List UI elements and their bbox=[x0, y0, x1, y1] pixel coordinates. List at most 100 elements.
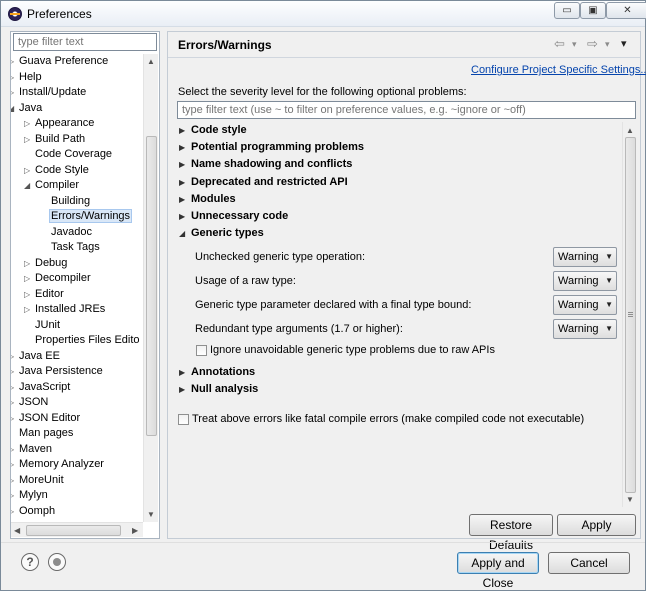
tree-item[interactable]: ▷ JavaScript bbox=[11, 380, 70, 395]
tree-item[interactable]: ▷ Appearance bbox=[24, 116, 94, 131]
tree-item[interactable]: Code Coverage bbox=[35, 147, 112, 162]
expand-triangle-icon[interactable]: ▷ bbox=[11, 367, 17, 376]
tree-item[interactable]: Errors/Warnings bbox=[49, 209, 133, 224]
back-menu-chevron-icon[interactable]: ▾ bbox=[572, 39, 577, 50]
tree-item[interactable]: ◢ Java bbox=[11, 101, 42, 116]
tree-item[interactable]: ▷ JSON Editor bbox=[11, 411, 80, 426]
expand-triangle-icon[interactable]: ▶ bbox=[179, 175, 191, 190]
expand-triangle-icon[interactable]: ▷ bbox=[11, 445, 17, 454]
expand-triangle-icon[interactable]: ▷ bbox=[11, 57, 17, 66]
tree-item[interactable]: Properties Files Edito bbox=[35, 333, 140, 348]
expand-triangle-icon[interactable]: ▷ bbox=[24, 305, 33, 314]
apply-and-close-button[interactable]: Apply and Close bbox=[457, 552, 539, 590]
expand-triangle-icon[interactable]: ▶ bbox=[179, 157, 191, 172]
maximize-button[interactable]: ▣ bbox=[580, 2, 606, 19]
apply-button[interactable]: Apply bbox=[557, 514, 636, 536]
forward-arrow-icon[interactable]: ⇨ bbox=[587, 36, 598, 52]
expand-triangle-icon[interactable]: ▷ bbox=[11, 88, 17, 97]
expand-triangle-icon[interactable]: ▷ bbox=[24, 135, 33, 144]
cancel-button[interactable]: Cancel bbox=[548, 552, 630, 574]
tree-item[interactable]: ▷ Code Style bbox=[24, 163, 89, 178]
tree-item[interactable]: ▷ MoreUnit bbox=[11, 473, 64, 488]
expand-triangle-icon[interactable]: ▷ bbox=[11, 398, 17, 407]
tree-item[interactable]: Javadoc bbox=[51, 225, 92, 240]
expand-triangle-icon[interactable]: ▶ bbox=[179, 209, 191, 224]
tree-item[interactable]: ▷ Java EE bbox=[11, 349, 60, 364]
expand-triangle-icon[interactable]: ▷ bbox=[11, 476, 17, 485]
tree-vertical-scrollbar[interactable]: ▲ ▼ bbox=[143, 54, 158, 522]
problem-filter-input[interactable] bbox=[177, 101, 636, 119]
tree-item[interactable]: ▷ Installed JREs bbox=[24, 302, 105, 317]
tree-item[interactable]: ◢ Compiler bbox=[24, 178, 79, 193]
record-macro-icon[interactable] bbox=[48, 553, 66, 571]
scroll-right-icon[interactable]: ▶ bbox=[132, 526, 138, 535]
section-annotations[interactable]: ▶ Annotations bbox=[179, 365, 255, 380]
severity-combo-final-type-bound[interactable]: Warning ▼ bbox=[553, 295, 617, 315]
tree-item[interactable]: ▷ JSON bbox=[11, 395, 48, 410]
collapse-triangle-icon[interactable]: ◢ bbox=[179, 226, 191, 241]
view-menu-icon[interactable]: ▾ bbox=[621, 37, 627, 50]
expand-triangle-icon[interactable]: ▷ bbox=[11, 460, 17, 469]
expand-triangle-icon[interactable]: ▷ bbox=[24, 119, 33, 128]
expand-triangle-icon[interactable]: ▷ bbox=[11, 507, 17, 516]
tree-item[interactable]: Man pages bbox=[19, 426, 73, 441]
severity-combo-raw-type[interactable]: Warning ▼ bbox=[553, 271, 617, 291]
back-arrow-icon[interactable]: ⇦ bbox=[554, 36, 565, 52]
collapse-triangle-icon[interactable]: ◢ bbox=[11, 104, 17, 113]
severity-combo-unchecked-generic[interactable]: Warning ▼ bbox=[553, 247, 617, 267]
close-button[interactable]: ✕ bbox=[606, 2, 646, 19]
expand-triangle-icon[interactable]: ▶ bbox=[179, 192, 191, 207]
fatal-errors-checkbox[interactable] bbox=[178, 414, 189, 425]
tree-item[interactable]: JUnit bbox=[35, 318, 60, 333]
expand-triangle-icon[interactable]: ▷ bbox=[24, 290, 33, 299]
expand-triangle-icon[interactable]: ▶ bbox=[179, 365, 191, 380]
tree-item[interactable]: ▷ Mylyn bbox=[11, 488, 48, 503]
tree-item[interactable]: ▷ Editor bbox=[24, 287, 64, 302]
tree-horizontal-scrollbar[interactable]: ◀ ▶ bbox=[11, 522, 143, 537]
problems-vertical-scrollbar[interactable]: ▲ ▼ bbox=[622, 122, 637, 507]
expand-triangle-icon[interactable]: ▶ bbox=[179, 382, 191, 397]
collapse-triangle-icon[interactable]: ◢ bbox=[24, 181, 33, 190]
scrollbar-thumb[interactable] bbox=[625, 137, 636, 493]
section-name-shadowing[interactable]: ▶ Name shadowing and conflicts bbox=[179, 157, 352, 172]
expand-triangle-icon[interactable]: ▷ bbox=[11, 73, 17, 82]
tree-item[interactable]: ▷ Oomph bbox=[11, 504, 55, 519]
tree-item[interactable]: Building bbox=[51, 194, 90, 209]
tree-item[interactable]: ▷ Help bbox=[11, 70, 42, 85]
section-code-style[interactable]: ▶ Code style bbox=[179, 123, 247, 138]
expand-triangle-icon[interactable]: ▷ bbox=[24, 274, 33, 283]
help-icon[interactable]: ? bbox=[21, 553, 39, 571]
tree-filter-input[interactable] bbox=[13, 33, 157, 51]
expand-triangle-icon[interactable]: ▷ bbox=[11, 352, 17, 361]
tree-item[interactable]: ▷ Decompiler bbox=[24, 271, 91, 286]
configure-project-settings-link[interactable]: Configure Project Specific Settings... bbox=[471, 64, 646, 76]
section-potential-programming-problems[interactable]: ▶ Potential programming problems bbox=[179, 140, 364, 155]
expand-triangle-icon[interactable]: ▶ bbox=[179, 140, 191, 155]
section-modules[interactable]: ▶ Modules bbox=[179, 192, 236, 207]
tree-item[interactable]: Task Tags bbox=[51, 240, 100, 255]
expand-triangle-icon[interactable]: ▷ bbox=[11, 491, 17, 500]
severity-combo-redundant-type-args[interactable]: Warning ▼ bbox=[553, 319, 617, 339]
section-null-analysis[interactable]: ▶ Null analysis bbox=[179, 382, 258, 397]
tree-item[interactable]: ▷ Maven bbox=[11, 442, 52, 457]
expand-triangle-icon[interactable]: ▷ bbox=[11, 414, 17, 423]
scroll-left-icon[interactable]: ◀ bbox=[14, 526, 20, 535]
scroll-up-icon[interactable]: ▲ bbox=[147, 57, 155, 66]
expand-triangle-icon[interactable]: ▶ bbox=[179, 123, 191, 138]
restore-defaults-button[interactable]: Restore Defaults bbox=[469, 514, 553, 552]
scrollbar-thumb[interactable] bbox=[26, 525, 121, 536]
tree-item[interactable]: ▷ Memory Analyzer bbox=[11, 457, 104, 472]
scroll-up-icon[interactable]: ▲ bbox=[626, 126, 634, 135]
scroll-down-icon[interactable]: ▼ bbox=[147, 510, 155, 519]
expand-triangle-icon[interactable]: ▷ bbox=[11, 383, 17, 392]
scroll-down-icon[interactable]: ▼ bbox=[626, 495, 634, 504]
scrollbar-thumb[interactable] bbox=[146, 136, 157, 436]
tree-item[interactable]: ▷ Install/Update bbox=[11, 85, 86, 100]
ignore-raw-api-checkbox[interactable] bbox=[196, 345, 207, 356]
section-unnecessary-code[interactable]: ▶ Unnecessary code bbox=[179, 209, 288, 224]
expand-triangle-icon[interactable]: ▷ bbox=[24, 259, 33, 268]
forward-menu-chevron-icon[interactable]: ▾ bbox=[605, 39, 610, 50]
tree-item[interactable]: ▷ Debug bbox=[24, 256, 67, 271]
tree-item[interactable]: ▷ Java Persistence bbox=[11, 364, 103, 379]
section-deprecated-api[interactable]: ▶ Deprecated and restricted API bbox=[179, 175, 348, 190]
